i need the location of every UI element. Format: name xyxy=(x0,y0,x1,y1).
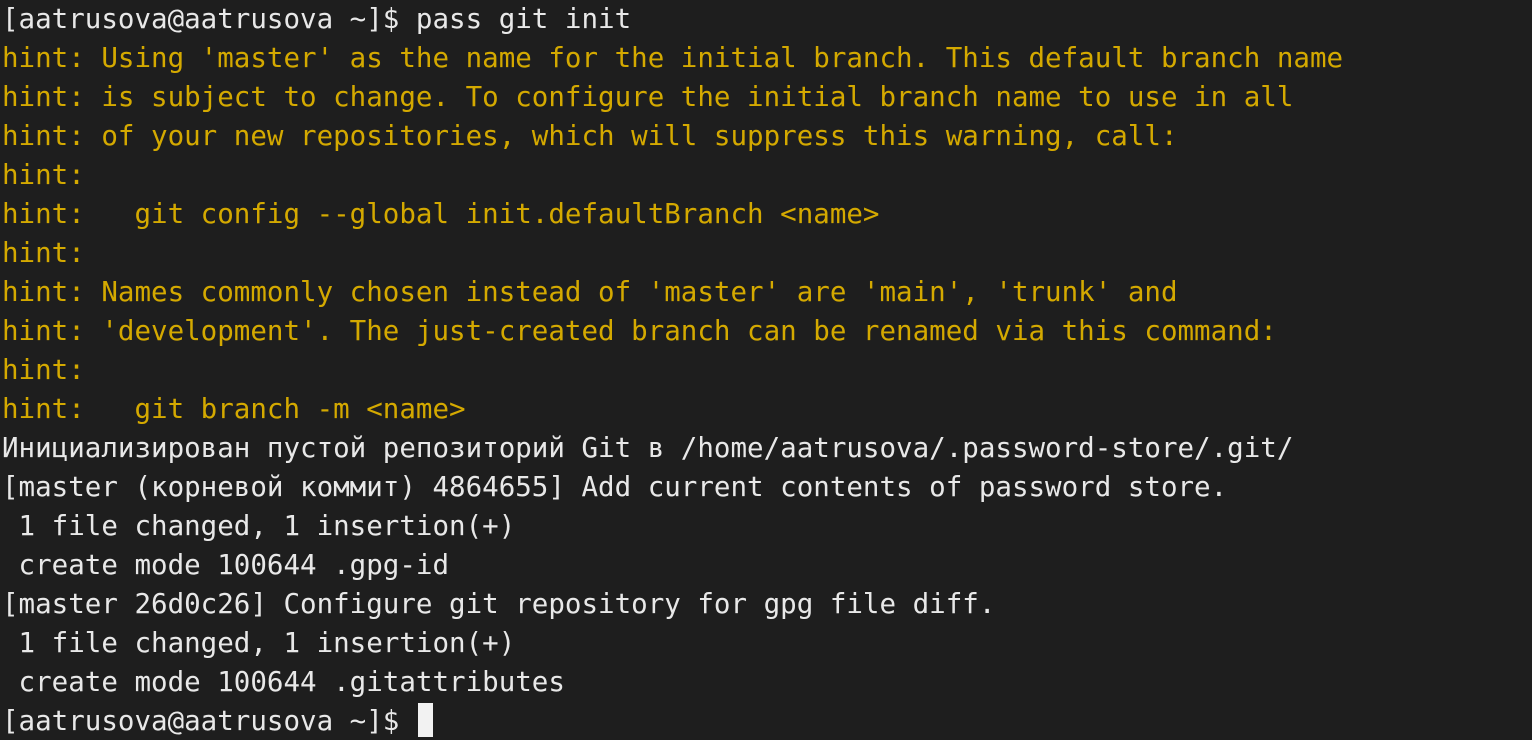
output-line: 1 file changed, 1 insertion(+) xyxy=(2,627,516,659)
hint-line: hint: xyxy=(2,237,85,269)
output-line: create mode 100644 .gpg-id xyxy=(2,549,450,581)
output-line: Инициализирован пустой репозиторий Git в… xyxy=(2,432,1294,464)
text-cursor xyxy=(417,703,433,737)
output-line: create mode 100644 .gitattributes xyxy=(2,666,565,698)
hint-line: hint: xyxy=(2,354,85,386)
hint-line: hint: git config --global init.defaultBr… xyxy=(2,198,880,230)
hint-line: hint: Names commonly chosen instead of '… xyxy=(2,276,1178,308)
hint-line: hint: 'development'. The just-created br… xyxy=(2,315,1277,347)
prompt-line[interactable]: [aatrusova@aatrusova ~]$ xyxy=(2,702,1532,740)
hint-line: hint: Using 'master' as the name for the… xyxy=(2,42,1344,74)
hint-line: hint: is subject to change. To configure… xyxy=(2,81,1294,113)
output-line: [master 26d0c26] Configure git repositor… xyxy=(2,588,996,620)
output-line: 1 file changed, 1 insertion(+) xyxy=(2,510,516,542)
terminal-window[interactable]: [aatrusova@aatrusova ~]$ pass git init h… xyxy=(0,0,1532,740)
command-line: [aatrusova@aatrusova ~]$ pass git init xyxy=(2,3,632,35)
hint-line: hint: xyxy=(2,159,85,191)
hint-line: hint: git branch -m <name> xyxy=(2,393,466,425)
output-line: [master (корневой коммит) 4864655] Add c… xyxy=(2,471,1228,503)
hint-line: hint: of your new repositories, which wi… xyxy=(2,120,1178,152)
shell-prompt: [aatrusova@aatrusova ~]$ xyxy=(2,705,416,737)
